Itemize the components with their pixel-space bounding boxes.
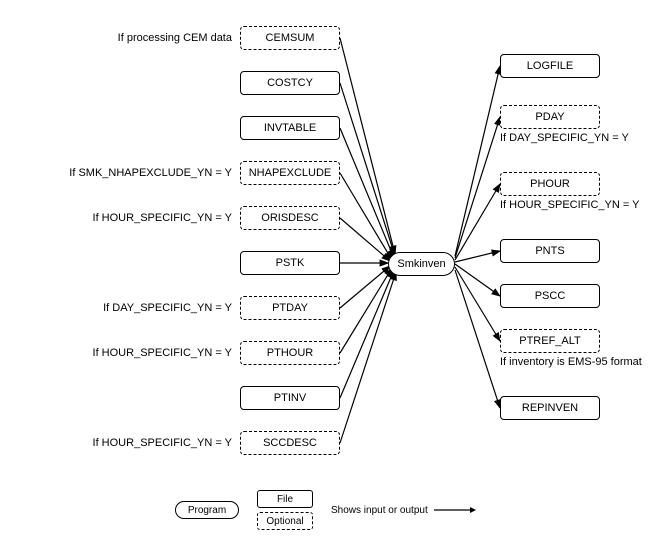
input-orisdesc: ORISDESC [240, 206, 340, 230]
node-label: PNTS [535, 245, 564, 257]
input-sccdesc: SCCDESC [240, 431, 340, 455]
legend-arrow: Shows input or output [331, 505, 476, 516]
cond-sccdesc: If HOUR_SPECIFIC_YN = Y [60, 437, 232, 449]
node-label: PSTK [276, 257, 305, 269]
output-logfile: LOGFILE [500, 54, 600, 78]
node-label: PTHOUR [267, 347, 313, 359]
cond-pthour: If HOUR_SPECIFIC_YN = Y [60, 347, 232, 359]
output-repinven: REPINVEN [500, 396, 600, 420]
node-label: COSTCY [267, 77, 313, 89]
node-label: INVTABLE [264, 122, 316, 134]
cond-ptref-alt: If inventory is EMS-95 format [500, 356, 660, 368]
input-pstk: PSTK [240, 251, 340, 275]
arrow-icon [434, 505, 476, 515]
legend-arrow-label: Shows input or output [331, 505, 428, 516]
output-pscc: PSCC [500, 284, 600, 308]
legend-program-label: Program [188, 505, 226, 516]
node-label: LOGFILE [527, 60, 573, 72]
node-label: PTDAY [272, 302, 308, 314]
node-label: CEMSUM [266, 32, 315, 44]
output-phour: PHOUR [500, 172, 600, 196]
output-pnts: PNTS [500, 239, 600, 263]
program-label: Smkinven [397, 258, 445, 270]
node-label: REPINVEN [522, 402, 578, 414]
input-ptday: PTDAY [240, 296, 340, 320]
cond-nhapexclude: If SMK_NHAPEXCLUDE_YN = Y [60, 167, 232, 179]
program-smkinven: Smkinven [388, 252, 455, 276]
input-nhapexclude: NHAPEXCLUDE [240, 161, 340, 185]
input-pthour: PTHOUR [240, 341, 340, 365]
node-label: PSCC [535, 290, 566, 302]
cond-phour: If HOUR_SPECIFIC_YN = Y [500, 199, 660, 211]
cond-pday: If DAY_SPECIFIC_YN = Y [500, 132, 660, 144]
legend: Program File Optional Shows input or out… [175, 490, 476, 530]
output-pday: PDAY [500, 105, 600, 129]
input-cemsum: CEMSUM [240, 26, 340, 50]
legend-program: Program [175, 501, 239, 519]
legend-file-optional: File Optional [257, 490, 313, 530]
node-label: NHAPEXCLUDE [249, 167, 332, 179]
legend-optional-label: Optional [266, 516, 303, 527]
node-label: ORISDESC [261, 212, 318, 224]
input-costcy: COSTCY [240, 71, 340, 95]
node-label: PTINV [274, 392, 306, 404]
legend-file-label: File [277, 494, 293, 505]
node-label: PDAY [535, 111, 564, 123]
node-label: PHOUR [530, 178, 570, 190]
output-ptref-alt: PTREF_ALT [500, 329, 600, 353]
input-ptinv: PTINV [240, 386, 340, 410]
cond-ptday: If DAY_SPECIFIC_YN = Y [60, 302, 232, 314]
input-invtable: INVTABLE [240, 116, 340, 140]
cond-orisdesc: If HOUR_SPECIFIC_YN = Y [60, 212, 232, 224]
cond-cemsum: If processing CEM data [60, 32, 232, 44]
node-label: SCCDESC [263, 437, 317, 449]
node-label: PTREF_ALT [519, 335, 581, 347]
